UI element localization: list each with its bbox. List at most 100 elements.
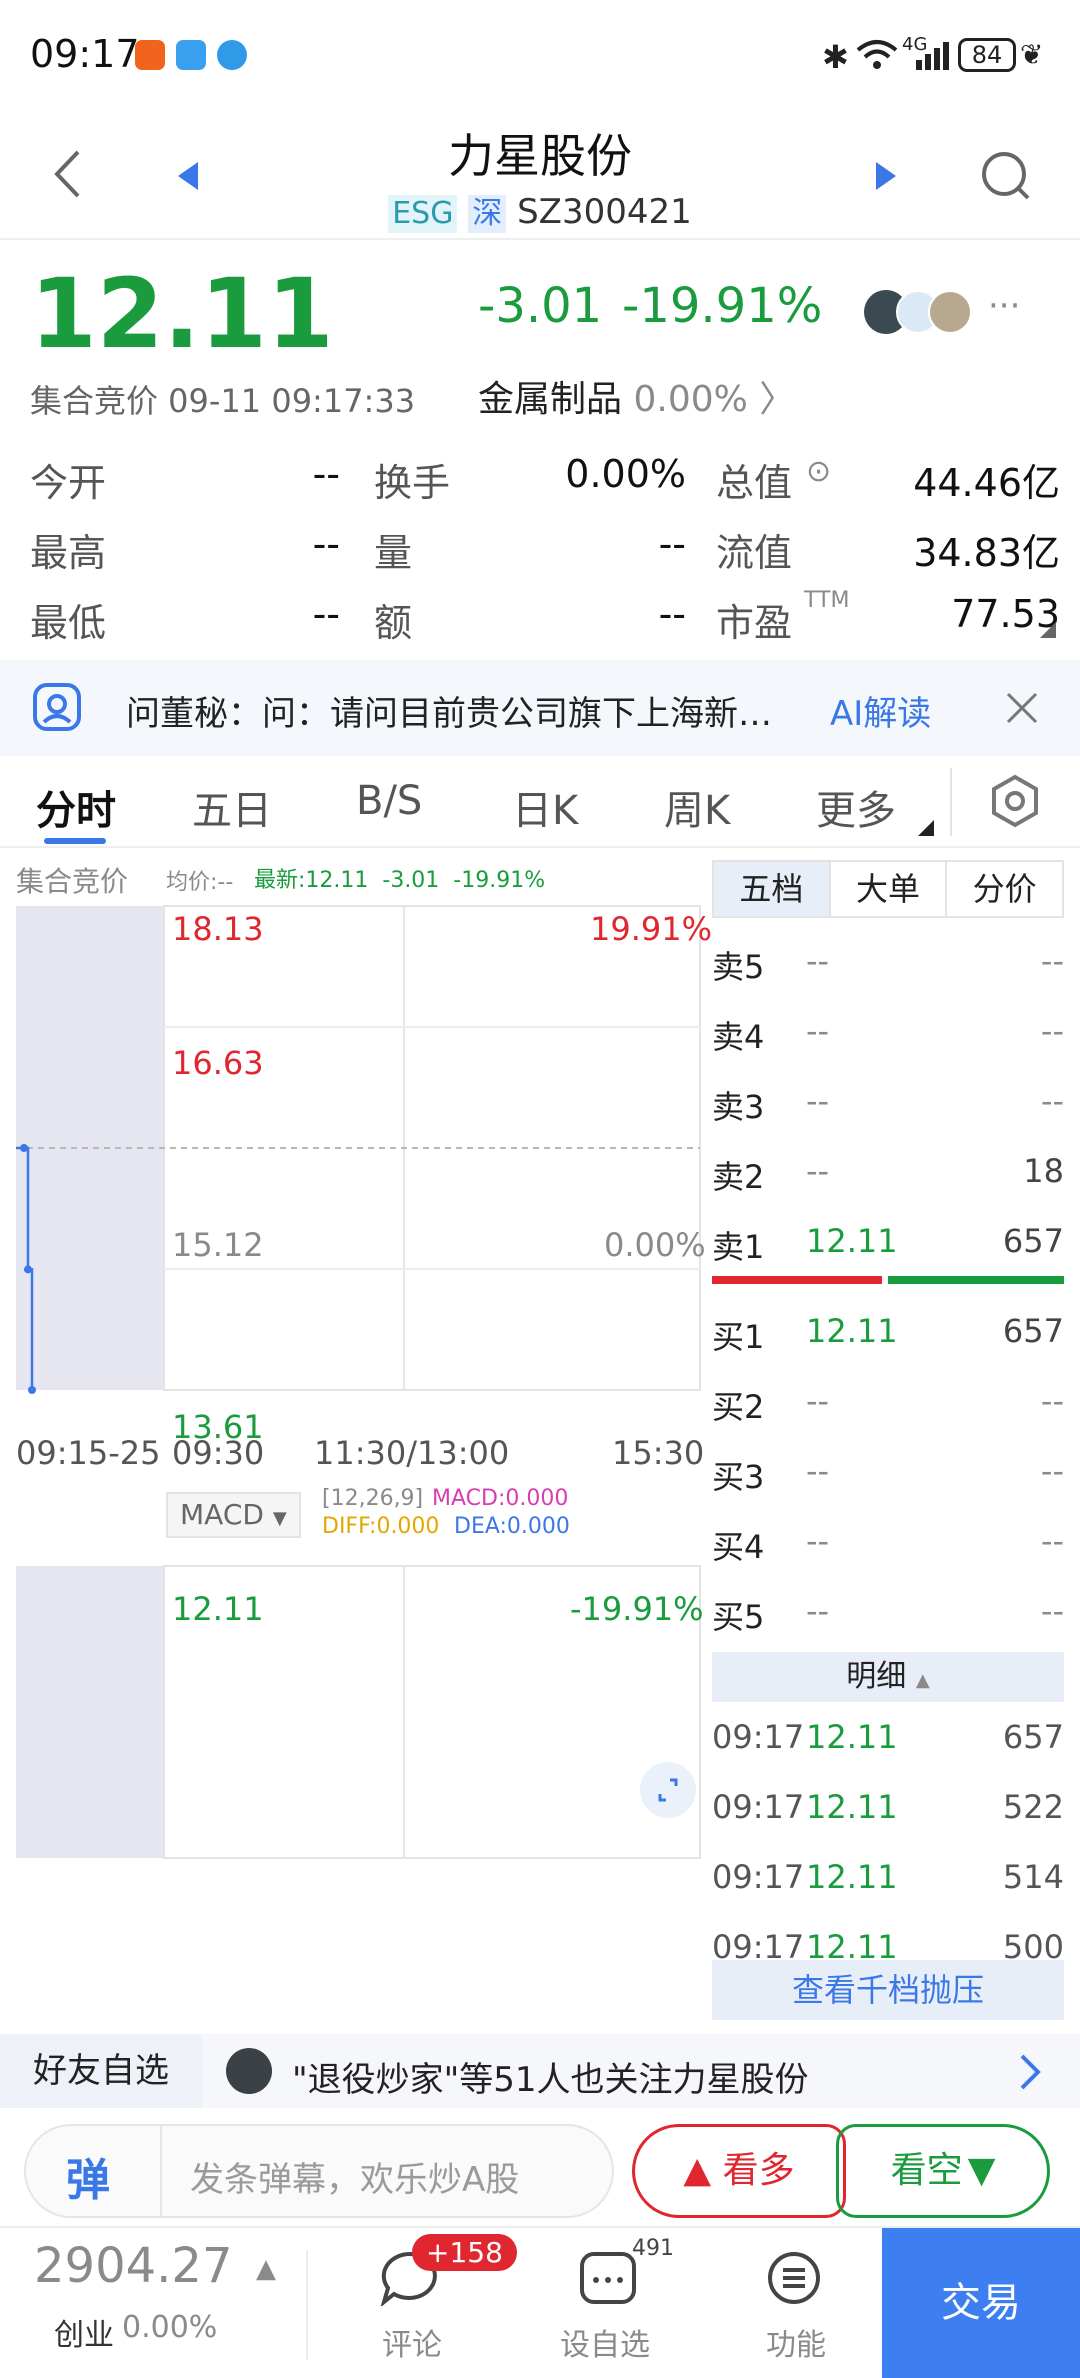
industry-link[interactable]: 金属制品 0.00% 〉 (478, 370, 795, 422)
next-stock-icon[interactable] (874, 160, 898, 192)
stat-value: 77.53 (951, 592, 1060, 636)
trade-button[interactable]: 交易 (882, 2228, 1080, 2378)
comment-label: 评论 (382, 2328, 442, 2363)
price-tick: 15.12 (172, 1226, 264, 1264)
stat-value: -- (312, 522, 340, 566)
watch-label: 设自选 (560, 2328, 650, 2363)
add-watchlist-nav[interactable]: 491 设自选 (552, 2228, 674, 2378)
message-notification-icon (217, 40, 247, 70)
wifi-icon (856, 40, 898, 69)
auction-area-sub (16, 1566, 164, 1858)
stock-code-line: ESG 深 SZ300421 (0, 192, 1080, 233)
tab-price-dist[interactable]: 分价 (945, 862, 1062, 916)
signal-icon (916, 42, 949, 70)
danmu-icon[interactable]: 弹 (66, 2144, 110, 2208)
close-icon[interactable] (1006, 692, 1038, 724)
stat-label: 总值 (716, 461, 793, 505)
tab-intraday[interactable]: 分时 (36, 778, 116, 836)
macd-selector[interactable]: MACD ▼ (166, 1492, 301, 1538)
function-label: 功能 (766, 2328, 826, 2363)
order-book-tabs: 五档 大单 分价 (712, 860, 1064, 918)
detail-time: 09:17 (712, 1788, 805, 1826)
bear-button[interactable]: 看空 ▼ (836, 2124, 1050, 2218)
more-corner-icon (918, 820, 934, 836)
avatar[interactable] (928, 290, 972, 334)
esg-tag[interactable]: ESG (388, 194, 458, 233)
tab-bs[interactable]: B/S (356, 778, 422, 824)
detail-price: 12.11 (806, 1788, 898, 1826)
tab-big-order[interactable]: 大单 (828, 862, 946, 916)
sell-volume: -- (1040, 942, 1064, 980)
quote-panel: 12.11 -3.01 -19.91% ··· 集合竞价 09-11 09:17… (0, 240, 1080, 660)
ai-interpret-button[interactable]: AI解读 (830, 686, 931, 735)
buy-row: 买1 12.11 657 (712, 1298, 1064, 1368)
function-nav[interactable]: 功能 (736, 2228, 856, 2378)
bear-label: 看空 (890, 2150, 963, 2191)
tab-day-k[interactable]: 日K (512, 778, 578, 836)
stat-value: -- (312, 592, 340, 636)
current-price: 12.11 (30, 258, 334, 370)
depth-button[interactable]: 查看千档抛压 (712, 1960, 1064, 2020)
tab-more[interactable]: 更多 (816, 778, 896, 836)
time-tick: 11:30/13:00 (314, 1434, 510, 1472)
time-tick: 15:30 (612, 1434, 705, 1472)
danmu-input[interactable]: 弹 发条弹幕，欢乐炒A股 (24, 2124, 614, 2218)
index-pct: 0.00% (122, 2310, 218, 2345)
stock-header: 力星股份 ESG 深 SZ300421 (0, 110, 1080, 240)
chart-settings-icon[interactable] (990, 774, 1040, 828)
stat-label: 换手 (374, 461, 451, 505)
index-name: 创业 (54, 2318, 114, 2353)
industry-pct: 0.00% (633, 379, 748, 420)
detail-header[interactable]: 明细 ▲ (712, 1652, 1064, 1702)
price-point (20, 1144, 28, 1152)
detail-list[interactable]: 09:17 12.11 657 09:17 12.11 522 09:17 12.11 514 0… (712, 1704, 1064, 1994)
add-watchlist-icon (580, 2252, 636, 2304)
friend-watch-bar[interactable]: 好友自选 "退役炒家"等51人也关注力星股份 (0, 2034, 1080, 2108)
tab-week-k[interactable]: 周K (664, 778, 730, 836)
pct-tick: -19.91% (570, 1590, 704, 1628)
sell-price: -- (806, 942, 830, 980)
sim-notification-icon (176, 40, 206, 70)
battery-indicator: 84 (958, 38, 1016, 72)
sell-level: 卖2 (712, 1158, 765, 1196)
info-icon[interactable]: ⊙ (806, 454, 831, 489)
app-notification-icon (135, 40, 165, 70)
expand-icon (658, 1778, 678, 1802)
price-tick: 12.11 (172, 1590, 264, 1628)
fullscreen-button[interactable] (640, 1762, 696, 1818)
detail-price: 12.11 (806, 1858, 898, 1896)
order-book-panel: 五档 大单 分价 卖5 -- -- 卖4 -- -- 卖3 -- -- 卖2 -- 18 卖1 12.11… (712, 848, 1080, 2020)
more-icon[interactable]: ··· (988, 286, 1020, 326)
friend-watch-text: "退役炒家"等51人也关注力星股份 (292, 2060, 809, 2100)
triangle-down-icon: ▼ (967, 2150, 996, 2191)
intraday-chart[interactable] (0, 848, 712, 2018)
sell-volume: -- (1040, 1012, 1064, 1050)
price-change-pct: -19.91% (622, 278, 823, 334)
sell-level: 卖5 (712, 948, 765, 986)
stat-label: 市盈 (716, 601, 793, 645)
intraday-chart-panel: 集合竞价 均价:-- 最新:12.11 -3.01 -19.91% 18.13 … (0, 848, 712, 2018)
buy-price: -- (806, 1592, 830, 1630)
buy-level: 买4 (712, 1528, 765, 1566)
price-tick: 18.13 (172, 910, 264, 948)
index-ticker[interactable]: 2904.27 ▲ 创业 0.00% (0, 2228, 306, 2378)
tab-five-day[interactable]: 五日 (192, 778, 272, 836)
detail-volume: 657 (1002, 1718, 1064, 1756)
tab-five-level[interactable]: 五档 (714, 862, 829, 916)
buy-volume: -- (1040, 1452, 1064, 1490)
search-icon[interactable] (980, 150, 1032, 202)
price-change: -3.01 (478, 278, 603, 334)
sell-ratio-bar (712, 1276, 882, 1284)
buy-row: 买3 -- -- (712, 1438, 1064, 1508)
expand-corner-icon[interactable] (1040, 622, 1056, 638)
sell-price: 12.11 (806, 1222, 898, 1260)
chart-tabs: 分时 五日 B/S 日K 周K 更多 (0, 756, 1080, 848)
ai-secretary-bar[interactable]: 问董秘：问：请问目前贵公司旗下上海新… AI解读 (0, 660, 1080, 756)
bull-button[interactable]: ▲ 看多 (632, 2124, 846, 2218)
secretary-question: 问董秘：问：请问目前贵公司旗下上海新… (126, 694, 772, 734)
comment-nav[interactable]: +158 评论 (350, 2228, 517, 2378)
stock-name: 力星股份 (448, 129, 632, 183)
market-tag: 深 (468, 194, 507, 233)
macd-selector-label: MACD (180, 1498, 264, 1531)
active-tab-indicator (44, 838, 106, 844)
